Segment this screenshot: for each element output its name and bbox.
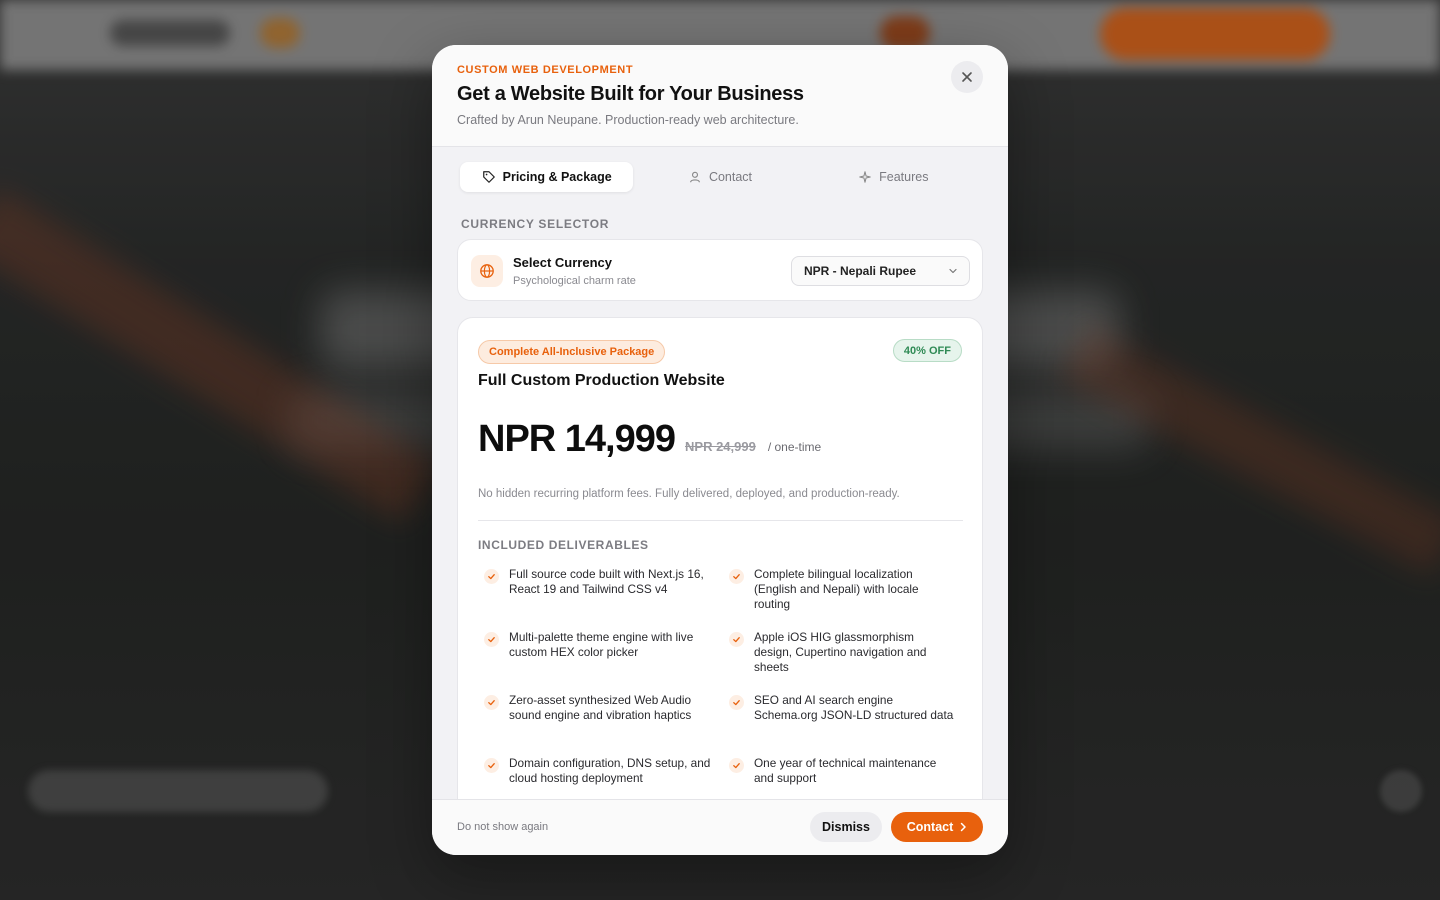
check-icon <box>729 695 744 710</box>
discount-badge: 40% OFF <box>892 339 962 362</box>
tab-features[interactable]: Features <box>807 162 980 192</box>
globe-icon <box>480 264 494 278</box>
close-icon <box>962 72 972 82</box>
contact-label: Contact <box>906 820 954 834</box>
deliverable-item: Multi-palette theme engine with live cus… <box>484 630 729 693</box>
modal-subtitle: Crafted by Arun Neupane. Production-read… <box>457 113 799 127</box>
deliverable-item: Apple iOS HIG glassmorphism design, Cupe… <box>729 630 954 693</box>
package-name: Full Custom Production Website <box>478 372 725 389</box>
price-row: NPR 14,999 NPR 24,999 / one-time <box>478 418 821 461</box>
currency-dropdown[interactable]: NPR - Nepali Rupee <box>791 256 970 286</box>
deliverable-text: Full source code built with Next.js 16, … <box>509 567 704 596</box>
currency-subtitle: Psychological charm rate <box>513 275 636 287</box>
package-note: No hidden recurring platform fees. Fully… <box>478 488 900 500</box>
deliverable-text: Multi-palette theme engine with live cus… <box>509 630 694 659</box>
modal-footer: Do not show again Dismiss Contact <box>432 799 1008 855</box>
tab-contact[interactable]: Contact <box>633 162 806 192</box>
deliverable-item: Zero-asset synthesized Web Audio sound e… <box>484 693 729 756</box>
tag-icon <box>482 171 495 183</box>
current-price: NPR 14,999 <box>478 418 676 460</box>
deliverable-item: Full source code built with Next.js 16, … <box>484 567 729 630</box>
divider <box>478 520 963 521</box>
price-period: / one-time <box>767 440 822 454</box>
tab-label: Contact <box>708 170 753 184</box>
do-not-show-again-link[interactable]: Do not show again <box>457 821 548 833</box>
user-icon <box>689 171 700 183</box>
globe-icon-wrap <box>471 255 503 287</box>
modal-eyebrow: CUSTOM WEB DEVELOPMENT <box>457 64 634 76</box>
check-icon <box>729 758 744 773</box>
modal-header: CUSTOM WEB DEVELOPMENT Get a Website Bui… <box>432 45 1008 147</box>
check-icon <box>729 569 744 584</box>
modal-title: Get a Website Built for Your Business <box>457 83 804 105</box>
currency-section-label: CURRENCY SELECTOR <box>461 217 610 231</box>
package-card: Complete All-Inclusive Package 40% OFF F… <box>457 317 983 855</box>
deliverables-list: Full source code built with Next.js 16, … <box>484 567 954 819</box>
original-price: NPR 24,999 <box>685 439 756 454</box>
deliverables-label: INCLUDED DELIVERABLES <box>478 538 649 552</box>
tab-pricing-package[interactable]: Pricing & Package <box>460 162 634 192</box>
check-icon <box>484 632 499 647</box>
chevron-right-icon <box>961 822 967 832</box>
currency-selected-value: NPR - Nepali Rupee <box>804 264 917 278</box>
deliverable-text: Zero-asset synthesized Web Audio sound e… <box>509 693 692 722</box>
contact-button[interactable]: Contact <box>891 812 983 842</box>
deliverable-text: SEO and AI search engine Schema.org JSON… <box>754 693 954 722</box>
close-button[interactable] <box>951 61 983 93</box>
deliverable-text: Complete bilingual localization (English… <box>754 567 919 611</box>
chevron-down-icon <box>949 268 957 274</box>
check-icon <box>484 695 499 710</box>
check-icon <box>484 758 499 773</box>
currency-selector-card: Select Currency Psychological charm rate… <box>457 239 983 301</box>
website-offer-modal: CUSTOM WEB DEVELOPMENT Get a Website Bui… <box>432 45 1008 855</box>
dismiss-label: Dismiss <box>822 820 870 834</box>
deliverable-text: Apple iOS HIG glassmorphism design, Cupe… <box>754 630 927 674</box>
package-badge: Complete All-Inclusive Package <box>478 340 666 364</box>
check-icon <box>729 632 744 647</box>
sparkle-icon <box>859 171 871 183</box>
currency-title: Select Currency <box>513 255 612 270</box>
check-icon <box>484 569 499 584</box>
tab-label: Pricing & Package <box>502 170 612 184</box>
dismiss-button[interactable]: Dismiss <box>810 812 882 842</box>
modal-tabs: Pricing & Package Contact Features <box>460 162 980 192</box>
deliverable-item: SEO and AI search engine Schema.org JSON… <box>729 693 954 756</box>
tab-label: Features <box>879 170 929 184</box>
deliverable-item: Complete bilingual localization (English… <box>729 567 954 630</box>
